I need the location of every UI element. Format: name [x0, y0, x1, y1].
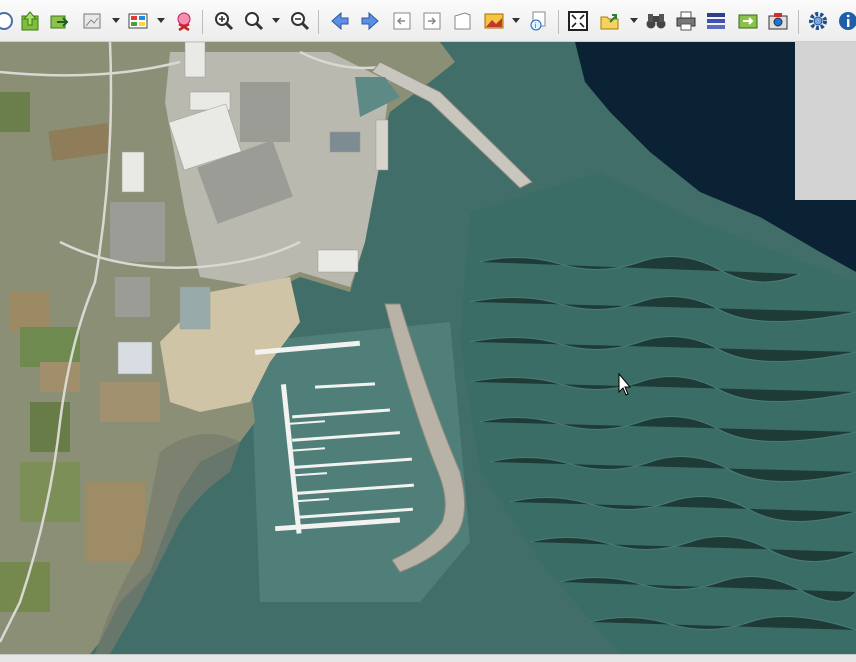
- home-button[interactable]: [18, 9, 42, 33]
- next-extent-button[interactable]: [420, 9, 444, 33]
- next-extent-icon: [423, 12, 441, 30]
- layers-button[interactable]: [704, 9, 728, 33]
- help-button[interactable]: [836, 9, 856, 33]
- printer-icon: [676, 11, 696, 31]
- home-arrow-icon: [21, 11, 39, 31]
- toolbar-separator: [558, 10, 559, 34]
- info-icon: [839, 12, 856, 30]
- zoom-box-icon: [245, 12, 264, 31]
- zoom-box-button[interactable]: [242, 9, 266, 33]
- page-icon: [454, 12, 471, 30]
- settings-button[interactable]: [806, 9, 830, 33]
- zoom-out-button[interactable]: [288, 9, 312, 33]
- zoom-out-icon: [291, 12, 310, 31]
- chevron-down-icon[interactable]: [630, 18, 638, 23]
- page-button[interactable]: [450, 9, 474, 33]
- chevron-down-icon[interactable]: [512, 18, 520, 23]
- image-layer-icon: [83, 13, 101, 29]
- zoom-in-button[interactable]: [212, 9, 236, 33]
- folder-open-icon: [600, 14, 619, 30]
- open-folder-button[interactable]: [598, 9, 622, 33]
- info-pointer-icon: i: [530, 11, 546, 31]
- pier: [375, 119, 389, 171]
- toolbar-separator: [798, 10, 799, 34]
- legend-grid-icon: [128, 13, 148, 29]
- arrow-right-icon: [361, 11, 379, 31]
- clear-button[interactable]: [172, 9, 196, 33]
- export-image-icon: [738, 14, 758, 29]
- full-extent-icon: [568, 11, 588, 31]
- forward-button[interactable]: [358, 9, 382, 33]
- circle-info-icon: [0, 12, 13, 30]
- layer-image-button[interactable]: [80, 9, 104, 33]
- toolbar: i: [0, 0, 856, 42]
- clear-icon: [177, 12, 191, 32]
- back-button[interactable]: [328, 9, 352, 33]
- map-viewport[interactable]: [0, 42, 856, 654]
- chevron-down-icon[interactable]: [157, 18, 165, 23]
- screenshot-button[interactable]: [766, 9, 790, 33]
- prev-extent-button[interactable]: [390, 9, 414, 33]
- legend-button[interactable]: [126, 9, 150, 33]
- print-button[interactable]: [674, 9, 698, 33]
- full-extent-button[interactable]: [566, 9, 590, 33]
- status-bar: [0, 654, 856, 662]
- info-tool-button[interactable]: i: [526, 9, 550, 33]
- gear-icon: [809, 12, 827, 30]
- camera-icon: [768, 13, 788, 30]
- chevron-down-icon[interactable]: [272, 18, 280, 23]
- arrow-left-icon: [331, 11, 349, 31]
- toolbar-separator: [202, 10, 203, 34]
- binoculars-icon: [646, 14, 666, 29]
- prev-extent-icon: [393, 12, 411, 30]
- chevron-down-icon[interactable]: [112, 18, 120, 23]
- identify-button[interactable]: [0, 9, 16, 33]
- zoom-in-icon: [215, 12, 234, 31]
- layers-icon: [707, 13, 725, 29]
- toolbar-separator: [318, 10, 319, 34]
- export-image-button[interactable]: [736, 9, 760, 33]
- find-button[interactable]: [644, 9, 668, 33]
- export-arrow-icon: [50, 15, 69, 29]
- overlay-panel: [795, 42, 856, 200]
- aerial-map[interactable]: [0, 42, 856, 654]
- image-tools-button[interactable]: [482, 9, 506, 33]
- picture-icon: [484, 13, 504, 29]
- svg-text:i: i: [535, 22, 537, 30]
- export-button[interactable]: [48, 9, 72, 33]
